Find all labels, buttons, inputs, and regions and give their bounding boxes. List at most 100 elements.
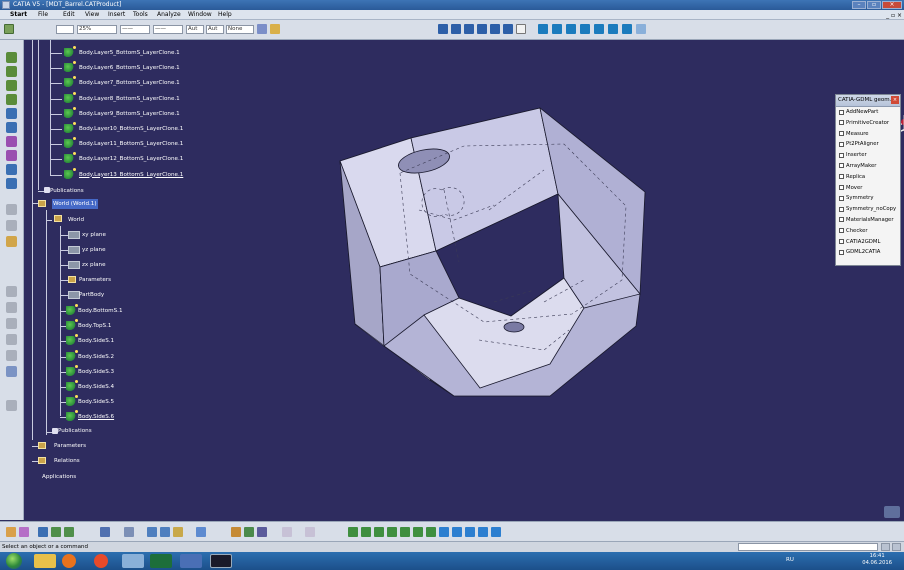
fillet-icon[interactable] [6,122,17,133]
tree-item-layer-body[interactable]: Body.Layer10_BottomS_LayerClone.1 [79,124,183,134]
status-button-2[interactable] [892,543,901,551]
shading-mode-icon[interactable] [465,527,475,537]
rotate-icon[interactable] [387,527,397,537]
network-app-icon[interactable] [122,554,144,568]
zoom-out-icon[interactable] [413,527,423,537]
pan-icon[interactable] [374,527,384,537]
lineweight-select[interactable]: —— [153,25,183,34]
shading-no-edges-icon[interactable] [566,24,576,34]
body-icon[interactable] [64,106,76,118]
checkbox[interactable] [839,239,844,245]
gem-icon[interactable] [196,527,206,537]
command-input[interactable] [738,543,878,551]
thickness-icon[interactable] [6,178,17,189]
tree-item-plane[interactable]: yz plane [82,245,106,255]
shading-edges-icon[interactable] [552,24,562,34]
tree-item-body[interactable]: Body.SideS.3 [78,367,114,377]
rendering-style-select[interactable]: Aut [206,25,224,34]
linetype-select[interactable]: —— [120,25,150,34]
pocket-icon[interactable] [6,80,17,91]
view-left-icon[interactable] [477,24,487,34]
media-icon[interactable] [62,554,76,568]
shaft-icon[interactable] [6,94,17,105]
gdml-tool-item[interactable]: Mover [836,183,900,194]
tree-item-relations[interactable]: Relations [54,456,80,466]
tree-item-layer-body[interactable]: Body.Layer8_BottomS_LayerClone.1 [79,94,180,104]
view-iso-icon[interactable] [438,24,448,34]
checkbox[interactable] [839,185,844,191]
thick-surface-icon[interactable] [6,350,17,361]
gdml-tool-item[interactable]: MaterialsManager [836,215,900,226]
tree-item-partbody[interactable]: PartBody [79,290,104,300]
body-icon[interactable] [64,167,76,179]
gear-icon[interactable] [231,527,241,537]
pattern-icon[interactable] [6,302,17,313]
sketch-icon[interactable] [305,527,315,537]
pad-icon[interactable] [6,66,17,77]
gdml-tool-item[interactable]: Inserter [836,150,900,161]
zoom-in-icon[interactable] [400,527,410,537]
checkbox[interactable] [839,249,844,255]
shell-icon[interactable] [6,164,17,175]
grid-icon[interactable] [282,527,292,537]
scaling-icon[interactable] [6,318,17,329]
tree-item-layer-body[interactable]: Body.Layer11_BottomS_LayerClone.1 [79,139,183,149]
gdml-tool-item[interactable]: PrimitiveCreator [836,118,900,129]
gdml-tool-item[interactable]: Symmetry_noCopy [836,204,900,215]
gdml-tool-item[interactable]: CATIA2GDML [836,237,900,248]
tree-item-body[interactable]: Body.SideS.1 [78,336,114,346]
point-symbol-select[interactable]: Aut [186,25,204,34]
format-painter-icon[interactable] [257,24,267,34]
tree-item-world[interactable]: World [68,215,84,225]
excel-icon[interactable] [150,554,172,568]
menu-edit[interactable]: Edit [63,10,75,19]
rule-icon[interactable] [51,527,61,537]
split-icon[interactable] [6,334,17,345]
close-button[interactable]: × [882,1,902,9]
measure-icon[interactable] [6,366,17,377]
tree-item-body[interactable]: Body.BottomS.1 [78,306,123,316]
tree-item-layer-body[interactable]: Body.Layer12_BottomS_LayerClone.1 [79,154,183,164]
tile-icon[interactable] [160,527,170,537]
terminal-icon[interactable] [210,554,232,568]
tree-item-body[interactable]: Body.SideS.6 [78,412,114,422]
tree-item-layer-body[interactable]: Body.Layer7_BottomS_LayerClone.1 [79,78,180,88]
body-icon[interactable] [64,91,76,103]
body-icon[interactable] [66,410,78,422]
hide-show-icon[interactable] [478,527,488,537]
parameters-icon[interactable] [68,276,76,283]
doc-window-controls[interactable]: _ ▫ × [886,11,902,20]
menu-start[interactable]: Start [10,10,27,19]
gdml-tool-item[interactable]: GDML2CATIA [836,247,900,258]
material-icon[interactable] [608,24,618,34]
chamfer-icon[interactable] [6,136,17,147]
gdml-tool-item[interactable]: ArrayMaker [836,161,900,172]
help-icon[interactable] [516,24,526,34]
tree-item-layer-body[interactable]: Body.Layer13_BottomS_LayerClone.1 [79,170,183,180]
body-icon[interactable] [64,122,76,133]
snap-icon[interactable] [257,527,267,537]
close-icon[interactable]: × [891,96,899,104]
checkbox[interactable] [839,217,844,223]
mirror-icon[interactable] [6,286,17,297]
perspective-icon[interactable] [636,24,646,34]
restore-button[interactable]: ▫ [867,1,881,9]
table-icon[interactable] [38,527,48,537]
menu-help[interactable]: Help [218,10,232,19]
gdml-tool-item[interactable]: AddNewPart [836,107,900,118]
hole-icon[interactable] [6,108,17,119]
body-icon[interactable] [64,152,76,164]
world-product-icon[interactable] [38,200,46,207]
stack-icon[interactable] [147,527,157,537]
gdml-tool-item[interactable]: Measure [836,129,900,140]
check-icon[interactable] [64,527,74,537]
iso-view-icon[interactable] [452,527,462,537]
view-front-icon[interactable] [451,24,461,34]
move-icon[interactable] [244,527,254,537]
view-back-icon[interactable] [464,24,474,34]
language-indicator[interactable]: RU [786,557,794,563]
tree-item-parameters[interactable]: Parameters [79,275,111,285]
body-icon[interactable] [66,334,78,346]
tree-item-body[interactable]: Body.SideS.4 [78,382,114,392]
fly-icon[interactable] [348,527,358,537]
